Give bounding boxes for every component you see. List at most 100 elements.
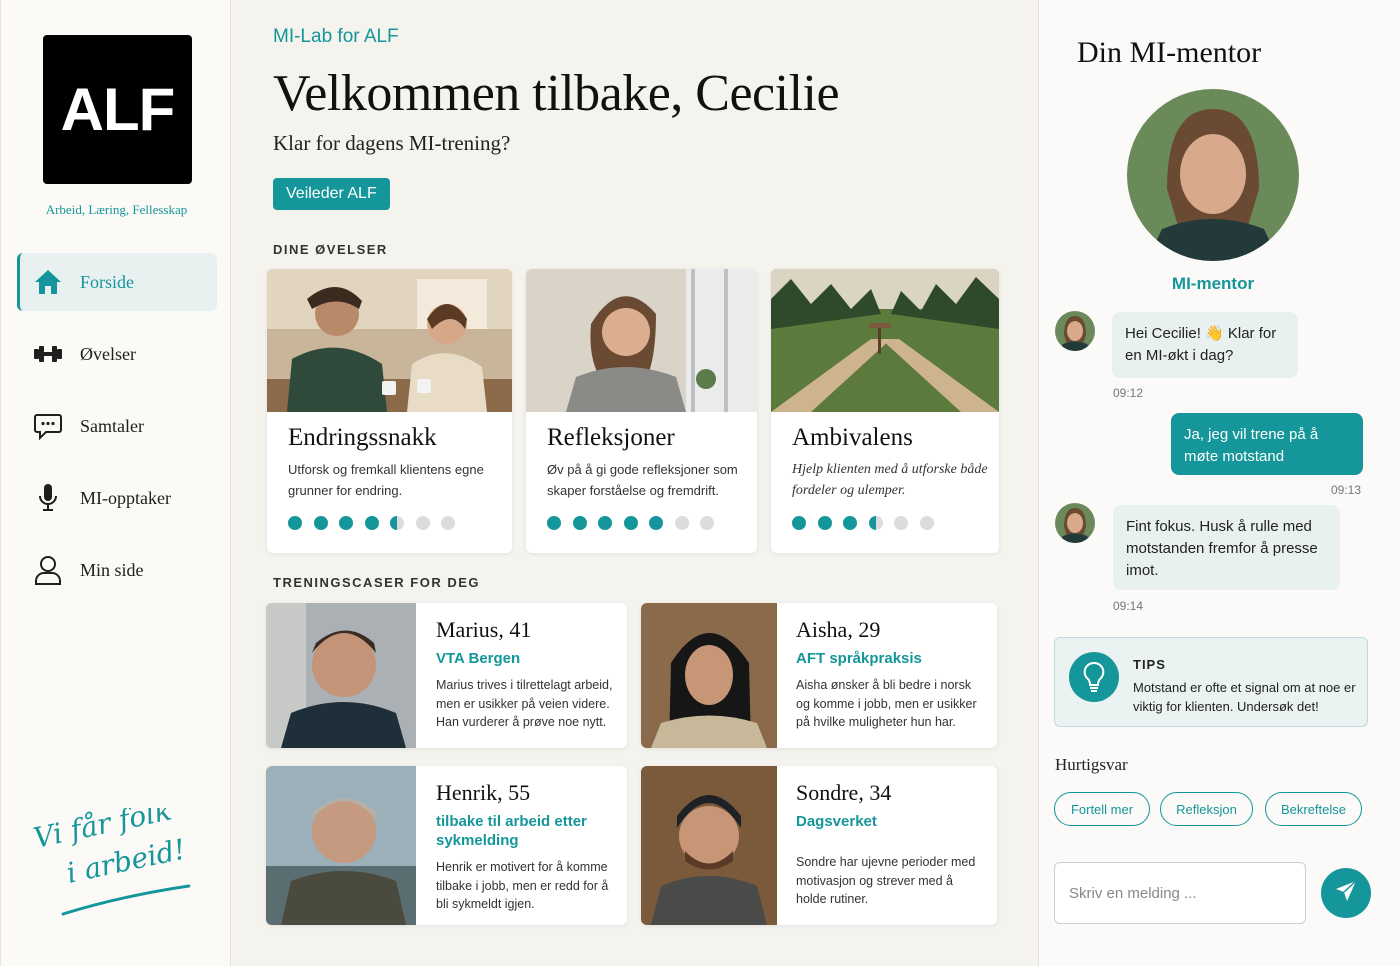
progress-dot xyxy=(598,516,612,530)
dumbbell-icon xyxy=(33,339,63,369)
progress-dot xyxy=(313,516,328,530)
message-timestamp: 09:12 xyxy=(1113,386,1144,400)
case-org: VTA Bergen xyxy=(436,650,521,667)
case-card-marius[interactable]: Marius, 41 VTA Bergen Marius trives i ti… xyxy=(266,603,627,748)
nav-item-ovelser[interactable]: Øvelser xyxy=(17,325,217,383)
tips-text: Motstand er ofte et signal om at noe er … xyxy=(1133,680,1356,714)
message-timestamp: 09:14 xyxy=(1113,599,1144,613)
progress-dot xyxy=(288,516,302,530)
mentor-title: Din MI-mentor xyxy=(1077,36,1262,69)
case-photo xyxy=(266,766,416,925)
exercise-desc: Utforsk og fremkall klientens egne grunn… xyxy=(288,462,484,498)
case-name: Sondre, 34 xyxy=(796,780,892,805)
exercise-card-refleksjoner[interactable]: Refleksjoner Øv på å gi gode refleksjone… xyxy=(526,269,757,553)
case-name: Marius, 41 xyxy=(436,617,532,642)
page-title: Velkommen tilbake, Cecilie xyxy=(273,65,840,122)
alf-logo[interactable]: ALF xyxy=(43,35,192,184)
case-photo xyxy=(641,603,777,748)
mentor-avatar-small xyxy=(1055,311,1095,351)
microphone-icon xyxy=(33,483,63,513)
home-icon xyxy=(33,267,63,297)
case-org: tilbake til arbeid etter sykmelding xyxy=(436,813,587,849)
quick-replies-heading: Hurtigsvar xyxy=(1055,755,1128,774)
progress-dot xyxy=(415,516,430,530)
nav-label: Forside xyxy=(80,271,134,292)
case-desc: Henrik er motivert for å komme tilbake i… xyxy=(436,860,609,911)
progress-dot xyxy=(649,516,663,530)
exercise-card-ambivalens[interactable]: Ambivalens Hjelp klienten med å utforske… xyxy=(771,269,999,553)
progress-dot xyxy=(700,516,714,530)
case-desc: Aisha ønsker å bli bedre i norsk og komm… xyxy=(796,678,977,729)
logo-text: ALF xyxy=(60,76,176,143)
progress-dot xyxy=(894,516,908,530)
page-subtitle: Klar for dagens MI-trening? xyxy=(273,131,511,155)
mentor-avatar xyxy=(1127,89,1299,261)
exercise-title: Ambivalens xyxy=(792,424,913,451)
progress-dot xyxy=(547,516,561,530)
exercise-image xyxy=(771,269,999,412)
tips-box: TIPS Motstand er ofte et signal om at no… xyxy=(1054,637,1368,727)
quick-reply-refleksjon[interactable]: Refleksjon xyxy=(1160,792,1253,826)
exercise-card-endringssnakk[interactable]: Endringssnakk Utforsk og fremkall klient… xyxy=(267,269,512,553)
progress-dot xyxy=(364,516,379,530)
progress-dot xyxy=(390,516,404,530)
quick-reply-bekreftelse[interactable]: Bekreftelse xyxy=(1265,792,1362,826)
exercise-image xyxy=(267,269,512,412)
case-name: Henrik, 55 xyxy=(436,780,531,805)
exercise-title: Endringssnakk xyxy=(288,424,437,451)
main-content: MI-Lab for ALF Velkommen tilbake, Cecili… xyxy=(232,0,1038,966)
user-icon xyxy=(33,555,63,585)
progress-dot xyxy=(572,516,587,530)
mentor-avatar-small xyxy=(1055,503,1095,543)
progress-dot xyxy=(792,516,806,530)
exercise-desc: Øv på å gi gode refleksjoner som skaper … xyxy=(547,462,738,498)
main-nav: Forside Øvelser Samtaler MI-opptaker Min… xyxy=(17,253,217,613)
case-photo xyxy=(266,603,416,748)
exercises-heading: DINE ØVELSER xyxy=(273,242,388,257)
case-card-sondre[interactable]: Sondre, 34 Dagsverket Sondre har ujevne … xyxy=(641,766,997,925)
sidebar: ALF Arbeid, Læring, Fellesskap Forside Ø… xyxy=(0,0,231,966)
cases-heading: TRENINGSCASER FOR DEG xyxy=(273,575,481,590)
quick-reply-fortell-mer[interactable]: Fortell mer xyxy=(1054,792,1150,826)
chat-message-mentor: Fint fokus. Husk å rulle med motstanden … xyxy=(1113,505,1340,590)
paper-plane-icon xyxy=(1334,879,1358,908)
nav-item-forside[interactable]: Forside xyxy=(17,253,217,311)
nav-label: MI-opptaker xyxy=(80,487,171,508)
chat-bubble-icon xyxy=(33,411,63,441)
send-button[interactable] xyxy=(1321,868,1371,918)
exercise-desc: Hjelp klienten med å utforske både forde… xyxy=(792,462,988,498)
case-name: Aisha, 29 xyxy=(796,617,881,642)
case-desc: Marius trives i tilrettelagt arbeid, men… xyxy=(436,678,613,729)
role-badge: Veileder ALF xyxy=(273,178,390,210)
progress-dot xyxy=(623,516,638,530)
case-card-henrik[interactable]: Henrik, 55 tilbake til arbeid etter sykm… xyxy=(266,766,627,925)
brand-tagline: Arbeid, Læring, Fellesskap xyxy=(45,202,188,217)
message-input[interactable] xyxy=(1054,862,1306,924)
progress-dot xyxy=(441,516,455,530)
exercise-image xyxy=(526,269,757,412)
slogan: Vi får folk i arbeid! xyxy=(31,793,211,918)
chat-message-mentor: Hei Cecilie! 👋 Klar for en MI-økt i dag? xyxy=(1112,312,1298,378)
progress-dots xyxy=(792,516,945,530)
nav-label: Min side xyxy=(80,559,144,580)
mentor-label: MI-mentor xyxy=(1171,274,1255,293)
breadcrumb[interactable]: MI-Lab for ALF xyxy=(273,26,399,48)
nav-item-mi-opptaker[interactable]: MI-opptaker xyxy=(17,469,217,527)
exercise-title: Refleksjoner xyxy=(547,424,675,451)
nav-item-samtaler[interactable]: Samtaler xyxy=(17,397,217,455)
progress-dot xyxy=(919,516,934,530)
case-org: AFT språkpraksis xyxy=(796,650,922,667)
progress-dot xyxy=(674,516,689,530)
nav-label: Samtaler xyxy=(80,415,144,436)
nav-item-min-side[interactable]: Min side xyxy=(17,541,217,599)
nav-label: Øvelser xyxy=(80,343,136,364)
progress-dot xyxy=(817,516,832,530)
case-photo xyxy=(641,766,777,925)
progress-dots xyxy=(547,516,726,530)
case-card-aisha[interactable]: Aisha, 29 AFT språkpraksis Aisha ønsker … xyxy=(641,603,997,748)
tips-heading: TIPS xyxy=(1133,657,1166,672)
case-org: Dagsverket xyxy=(796,813,877,830)
case-desc: Sondre har ujevne perioder med motivasjo… xyxy=(796,855,976,906)
progress-dot xyxy=(339,516,353,530)
chat-message-user: Ja, jeg vil trene på å møte motstand xyxy=(1171,413,1363,475)
